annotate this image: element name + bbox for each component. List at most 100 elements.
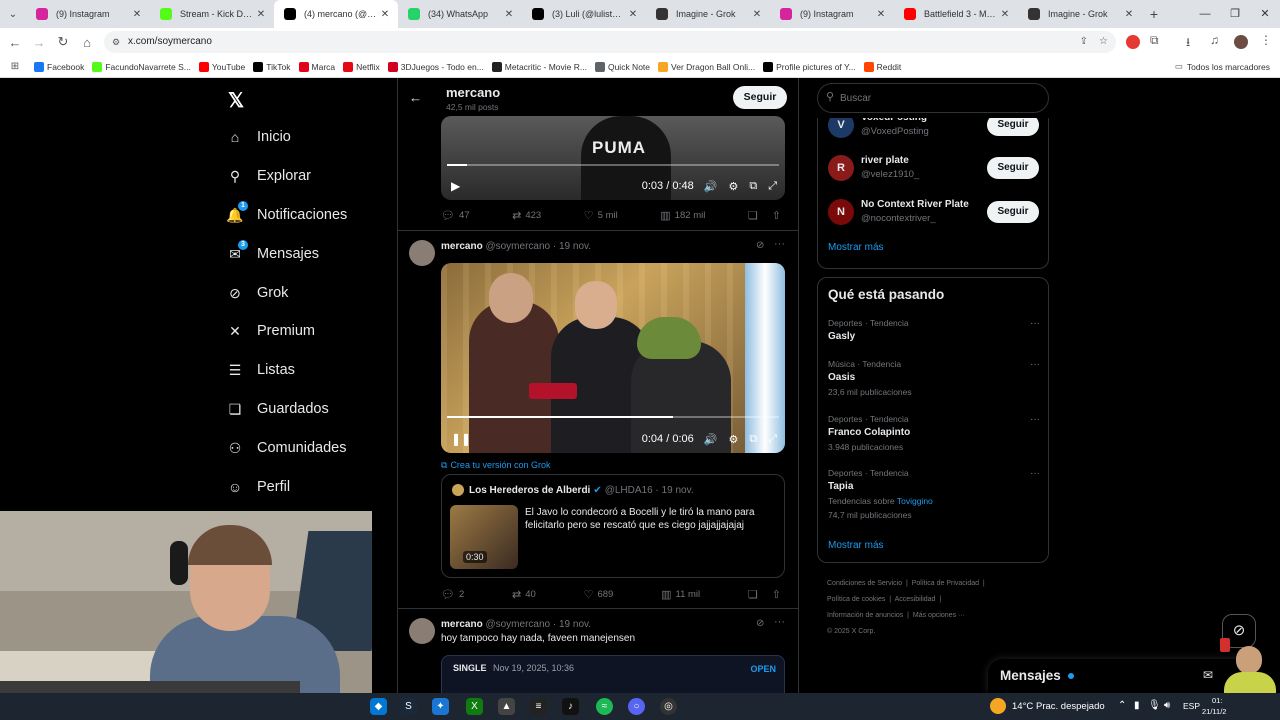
post3-link-card[interactable]: SINGLE Nov 19, 2025, 10:36 OPEN	[441, 655, 785, 693]
nav-item-explorar[interactable]: ⚲ Explorar	[226, 167, 311, 185]
quoted-post[interactable]: Los Herederos de Alberdi ✔ @LHDA16 · 19 …	[441, 474, 785, 578]
bookmark-item[interactable]: FacundoNavarrete S...	[92, 61, 191, 72]
taskbar-app-icon[interactable]: ○	[628, 698, 645, 715]
trend-more-icon[interactable]: ···	[1030, 468, 1040, 479]
bookmark-item[interactable]: Netflix	[343, 61, 380, 72]
bookmark-star-icon[interactable]: ☆	[1099, 31, 1108, 53]
new-message-icon[interactable]: ✉	[1203, 668, 1213, 682]
search-input[interactable]: ⚲ Buscar	[817, 83, 1049, 113]
pip-icon[interactable]: ⧉	[749, 180, 757, 193]
extensions-icon[interactable]: ⧉	[1150, 33, 1159, 48]
language-indicator[interactable]: ESP	[1183, 701, 1200, 711]
browser-menu-icon[interactable]: ⋮	[1260, 33, 1272, 47]
browser-tab[interactable]: (34) WhatsApp ✕	[398, 0, 522, 28]
nav-item-notificaciones[interactable]: 🔔 1 Notificaciones	[226, 201, 347, 224]
grok-post-icon[interactable]: ⊘	[756, 240, 764, 251]
follow-button[interactable]: Seguir	[987, 157, 1039, 179]
follow-button[interactable]: Seguir	[987, 201, 1039, 223]
bookmark-item[interactable]: Marca	[298, 61, 335, 72]
bookmark-item[interactable]: 3DJuegos - Todo en...	[387, 61, 484, 72]
bookmark-item[interactable]: Quick Note	[594, 61, 650, 72]
footer-link[interactable]: Más opciones ···	[913, 612, 965, 619]
site-info-icon[interactable]: ⚙	[112, 31, 120, 53]
media-control-icon[interactable]: ♫	[1210, 33, 1219, 47]
bookmark-item[interactable]: Metacritic - Movie R...	[491, 61, 587, 72]
url-input[interactable]: ⚙ x.com/soymercano ⇪ ☆	[104, 31, 1116, 53]
browser-tab[interactable]: Imagine - Grok ✕	[1018, 0, 1142, 28]
reply-button[interactable]: 💬︎ 2	[441, 588, 464, 601]
x-logo-icon[interactable]: 𝕏	[228, 88, 244, 113]
pause-icon[interactable]: ❚❚	[451, 432, 471, 446]
spotify-icon[interactable]: ≈	[596, 698, 613, 715]
browser-tab[interactable]: (9) Instagram ✕	[26, 0, 150, 28]
weather-desc[interactable]: Prac. despejado	[1036, 701, 1105, 712]
trend-item[interactable]: Deportes · Tendencia Tapia Tendencias sobr…	[828, 468, 1040, 520]
quoted-video-thumbnail[interactable]: 0:30	[450, 505, 518, 569]
post1-progress-track[interactable]	[447, 164, 779, 166]
bookmark-item[interactable]: TikTok	[253, 61, 291, 72]
post2-handle[interactable]: @soymercano · 19 nov.	[485, 241, 591, 252]
browser-tab[interactable]: (4) mercano (@soymercano)✕	[274, 0, 398, 28]
tab-close-icon[interactable]: ✕	[130, 9, 144, 20]
suggestion-avatar[interactable]: R	[828, 155, 854, 181]
pip-icon[interactable]: ⧉	[749, 433, 757, 446]
speaker-icon[interactable]: 🔊︎	[1164, 700, 1170, 711]
post2-author-name[interactable]: mercano	[441, 241, 483, 252]
footer-link[interactable]: Política de Privacidad	[912, 580, 979, 587]
volume-icon[interactable]: 🔊	[704, 433, 718, 446]
taskbar-app-icon[interactable]: ✦	[432, 698, 449, 715]
all-bookmarks-folder[interactable]: ▭ Todos los marcadores	[1175, 61, 1270, 72]
forward-icon[interactable]: →	[27, 35, 51, 50]
chrome-icon[interactable]: ◎	[660, 698, 677, 715]
tab-close-icon[interactable]: ✕	[750, 9, 764, 20]
trend-more-icon[interactable]: ···	[1030, 359, 1040, 370]
nav-item-inicio[interactable]: ⌂ Inicio	[226, 128, 291, 146]
grok-post-icon[interactable]: ⊘	[756, 618, 764, 629]
play-icon[interactable]: ▶	[451, 179, 460, 193]
back-icon[interactable]: ←	[3, 35, 27, 50]
trend-more-icon[interactable]: ···	[1030, 318, 1040, 329]
bookmark-item[interactable]: Facebook	[34, 61, 84, 72]
footer-link[interactable]: Información de anuncios	[827, 612, 903, 619]
adblock-icon[interactable]	[1126, 35, 1140, 49]
nav-item-comunidades[interactable]: ⚇ Comunidades	[226, 439, 347, 457]
home-icon[interactable]: ⌂	[75, 35, 99, 50]
bookmark-item[interactable]: Reddit	[863, 61, 901, 72]
restore-icon[interactable]: ❐	[1220, 0, 1250, 28]
like-button[interactable]: ♡ 5 mil	[584, 209, 618, 222]
nav-item-guardados[interactable]: ❏ Guardados	[226, 400, 329, 418]
browser-tab[interactable]: (9) Instagram ✕	[770, 0, 894, 28]
window-close-icon[interactable]: ✕	[1250, 0, 1280, 28]
post3-more-icon[interactable]: ···	[774, 616, 785, 628]
card-open-button[interactable]: OPEN	[750, 664, 776, 674]
tab-close-icon[interactable]: ✕	[1122, 9, 1136, 20]
grok-create-link[interactable]: ⧉ Crea tu versión con Grok	[441, 460, 550, 471]
trend-related-link[interactable]: Toviggino	[897, 496, 933, 506]
post3-handle[interactable]: @soymercano · 19 nov.	[485, 619, 591, 630]
taskbar-app-icon[interactable]: ◆	[370, 698, 387, 715]
trending-show-more[interactable]: Mostrar más	[828, 540, 884, 551]
trend-item[interactable]: Deportes · Tendencia Gasly ···	[828, 318, 1040, 342]
taskbar-app-icon[interactable]: ▲	[498, 698, 515, 715]
post3-avatar[interactable]	[409, 618, 435, 644]
tab-search-chevron-icon[interactable]: ⌄	[0, 9, 26, 20]
follow-profile-button[interactable]: Seguir	[733, 86, 787, 109]
weather-temp[interactable]: 14°C	[1012, 701, 1033, 712]
like-button[interactable]: ♡ 689	[584, 588, 614, 601]
views-button[interactable]: ▥ 182 mil	[660, 209, 705, 222]
profile-avatar[interactable]	[1234, 35, 1248, 49]
repost-button[interactable]: ⇄ 40	[512, 588, 536, 601]
footer-link[interactable]: Política de cookies	[827, 596, 885, 603]
microphone-icon[interactable]: 🎙︎	[1148, 700, 1161, 711]
views-button[interactable]: ▥ 11 mil	[661, 588, 700, 601]
post2-video[interactable]: ❚❚ 0:04 / 0:06 🔊 ⚙ ⧉ ⤢	[441, 263, 785, 453]
tab-close-icon[interactable]: ✕	[378, 9, 392, 20]
minimize-icon[interactable]: —	[1190, 0, 1220, 28]
bookmark-item[interactable]: Ver Dragon Ball Onli...	[658, 61, 755, 72]
nav-item-listas[interactable]: ☰ Listas	[226, 361, 295, 379]
bookmark-button[interactable]: ❏ ⇧	[748, 209, 785, 222]
nav-item-premium[interactable]: ✕ Premium	[226, 322, 315, 340]
post2-avatar[interactable]	[409, 240, 435, 266]
footer-link[interactable]: Accesibilidad	[895, 596, 936, 603]
steam-icon[interactable]: S	[400, 698, 417, 715]
